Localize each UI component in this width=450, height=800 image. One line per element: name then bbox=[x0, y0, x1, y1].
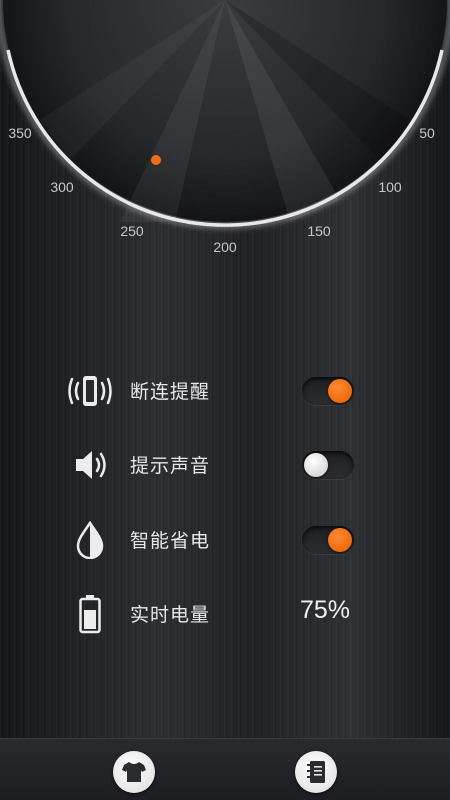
battery-level-value: 75% bbox=[300, 596, 351, 624]
tshirt-icon bbox=[122, 762, 146, 782]
setting-row-alert-sound: 提示声音 bbox=[0, 437, 450, 493]
notebook-icon bbox=[307, 761, 325, 783]
dial-label-50: 50 bbox=[419, 125, 435, 141]
setting-label: 断连提醒 bbox=[130, 381, 211, 403]
battery-icon bbox=[66, 592, 114, 636]
setting-label: 实时电量 bbox=[130, 604, 211, 626]
speaker-icon bbox=[66, 443, 114, 487]
dial[interactable]: 350 300 250 200 150 100 50 bbox=[0, 0, 450, 270]
setting-row-battery-level: 实时电量 75% bbox=[0, 586, 450, 642]
dial-label-350: 350 bbox=[8, 125, 32, 141]
toggle-knob bbox=[304, 453, 328, 477]
log-button[interactable] bbox=[295, 751, 337, 793]
dial-knob[interactable] bbox=[0, 0, 450, 270]
water-drop-icon bbox=[66, 518, 114, 562]
setting-row-power-saving: 智能省电 bbox=[0, 512, 450, 568]
setting-label: 智能省电 bbox=[130, 530, 211, 552]
setting-label: 提示声音 bbox=[130, 455, 211, 477]
dial-label-100: 100 bbox=[378, 179, 402, 195]
dial-label-200: 200 bbox=[213, 239, 237, 255]
bottom-bar bbox=[0, 738, 450, 800]
dial-label-150: 150 bbox=[307, 223, 331, 239]
disconnect-alert-toggle[interactable] bbox=[302, 377, 354, 405]
toggle-knob bbox=[328, 528, 352, 552]
theme-button[interactable] bbox=[113, 751, 155, 793]
dial-indicator-dot bbox=[151, 155, 161, 165]
dial-label-250: 250 bbox=[120, 223, 144, 239]
power-saving-toggle[interactable] bbox=[302, 526, 354, 554]
vibrate-phone-icon bbox=[66, 369, 114, 413]
dial-label-300: 300 bbox=[50, 179, 74, 195]
alert-sound-toggle[interactable] bbox=[302, 451, 354, 479]
toggle-knob bbox=[328, 379, 352, 403]
setting-row-disconnect-alert: 断连提醒 bbox=[0, 363, 450, 419]
